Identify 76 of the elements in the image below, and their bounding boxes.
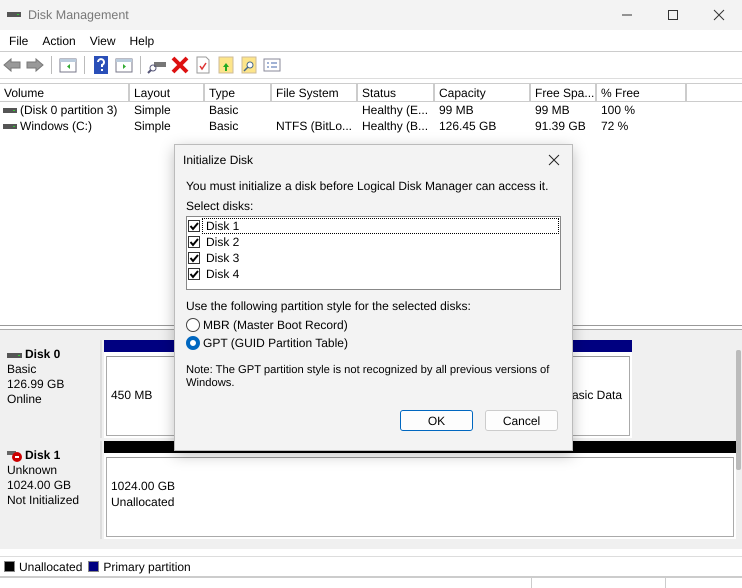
maximize-icon[interactable] [667, 9, 679, 21]
column-header[interactable]: Free Spa... [531, 84, 597, 102]
legend-label: Primary partition [103, 560, 191, 574]
menu-item[interactable]: Help [122, 34, 162, 48]
disk-detail: Basic [7, 362, 38, 377]
column-header[interactable]: Capacity [435, 84, 531, 102]
table-cell-text: NTFS (BitLo... [275, 118, 354, 134]
forward-arrow-icon[interactable] [25, 55, 45, 75]
radio-label: MBR (Master Boot Record) [203, 318, 348, 332]
checkbox[interactable] [188, 252, 200, 264]
disk-detail: Unknown [7, 463, 58, 478]
partition-stripe [572, 340, 632, 352]
delete-icon[interactable] [170, 55, 190, 75]
drive-icon [3, 105, 17, 115]
list-item[interactable]: Disk 3 [202, 250, 244, 266]
column-header[interactable]: Type [205, 84, 272, 102]
disk-detail: 126.99 GB [7, 377, 66, 392]
table-cell-text: Healthy (E... [361, 102, 430, 118]
disk-detail: Online [7, 392, 43, 407]
table-cell-text: 99 MB [534, 102, 571, 118]
radio-button[interactable] [186, 336, 200, 350]
table-cell-text: 72 % [600, 118, 630, 134]
list-item[interactable]: Disk 2 [202, 234, 244, 250]
menu-item[interactable]: Action [35, 34, 83, 48]
table-cell-text: 99 MB [438, 102, 475, 118]
scrollbar-thumb[interactable] [736, 350, 741, 470]
table-cell-text: Simple [133, 102, 172, 118]
menu-item[interactable]: File [2, 34, 36, 48]
partition-label: 450 MB [111, 387, 154, 403]
cancel-button[interactable]: Cancel [485, 410, 558, 431]
dialog-title: Initialize Disk [183, 153, 254, 167]
table-cell-text: Basic [208, 102, 240, 118]
drive-error-icon [7, 448, 23, 462]
menu-item[interactable]: View [82, 34, 122, 48]
column-header[interactable]: Volume [0, 84, 130, 102]
close-icon[interactable] [713, 9, 725, 21]
note-text: Note: The GPT partition style is not recognized by all previous versions of Windows. [186, 364, 550, 390]
drive-icon [3, 121, 17, 131]
disk-detail: 1024.00 GB [7, 478, 72, 493]
folder-up-icon[interactable] [216, 55, 236, 75]
list-item[interactable]: Disk 4 [202, 266, 244, 282]
close-icon[interactable] [548, 154, 560, 166]
radio-label: GPT (GUID Partition Table) [203, 336, 348, 350]
field-label: Select disks: [186, 199, 254, 213]
list-item[interactable]: Disk 1 [202, 218, 559, 234]
disk-name: Disk 0 [25, 347, 60, 362]
disk-list[interactable]: Disk 1 Disk 2 Disk 3 Disk 4 [186, 216, 561, 290]
table-cell-text: Simple [133, 118, 172, 134]
partition-label: Unallocated [111, 494, 176, 510]
checkbox[interactable] [188, 220, 200, 232]
legend-label: Unallocated [19, 560, 82, 574]
column-header[interactable]: File System [272, 84, 358, 102]
checkbox[interactable] [188, 236, 200, 248]
field-label: Use the following partition style for the selected disks: [186, 299, 472, 313]
column-header[interactable]: Status [358, 84, 435, 102]
column-header[interactable]: % Free [597, 84, 687, 102]
table-cell-text: Basic [208, 118, 240, 134]
partition-label: asic Data [572, 387, 624, 403]
partition-label: 1024.00 GB [111, 478, 176, 494]
table-cell-text: 100 % [600, 102, 636, 118]
table-cell: Windows (C:) [20, 119, 92, 133]
disk-name: Disk 1 [25, 448, 60, 463]
radio-button[interactable] [186, 318, 200, 332]
disk-detail: Not Initialized [7, 493, 80, 508]
folder-search-icon[interactable] [239, 55, 259, 75]
checkbox[interactable] [188, 268, 200, 280]
dialog-message: You must initialize a disk before Logical Disk Manager can access it. [186, 179, 550, 193]
ok-button[interactable]: OK [400, 410, 473, 431]
back-arrow-icon[interactable] [2, 55, 22, 75]
help-icon[interactable] [91, 55, 111, 75]
table-cell-text: 126.45 GB [438, 118, 498, 134]
table-cell-text: Healthy (B... [361, 118, 430, 134]
table-cell: (Disk 0 partition 3) [20, 103, 118, 117]
table-cell-text: 91.39 GB [534, 118, 587, 134]
column-header[interactable]: Layout [130, 84, 205, 102]
window-title: Disk Management [28, 8, 130, 22]
